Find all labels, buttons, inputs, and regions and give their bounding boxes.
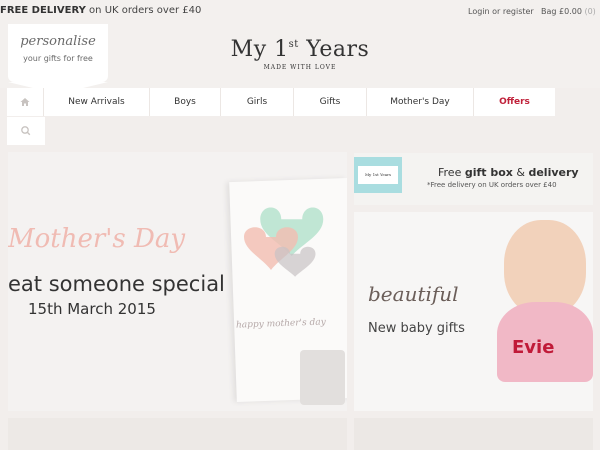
beautiful-script: beautiful bbox=[368, 282, 459, 306]
gift-box-label: My 1st Years bbox=[358, 166, 398, 184]
gift-box-title-pre: Free bbox=[438, 166, 465, 179]
nav-home[interactable] bbox=[7, 88, 44, 116]
hero-headline: eat someone special bbox=[8, 272, 225, 296]
mothers-day-banner[interactable]: Mother's Day eat someone special 15th Ma… bbox=[8, 152, 347, 411]
main-nav: New Arrivals Boys Girls Gifts Mother's D… bbox=[7, 88, 555, 116]
logo-name: My 1st Years bbox=[200, 37, 400, 62]
delivery-promo-bold: FREE DELIVERY bbox=[0, 5, 86, 16]
delivery-promo-rest: on UK orders over £40 bbox=[85, 5, 202, 16]
hearts-illustration bbox=[244, 207, 324, 277]
site-header: personalise your gifts for free My 1st Y… bbox=[0, 24, 600, 94]
nav-item-girls[interactable]: Girls bbox=[221, 88, 294, 116]
gift-box-title: Free gift box & delivery bbox=[438, 166, 579, 179]
personalise-badge[interactable]: personalise your gifts for free bbox=[8, 24, 108, 94]
personalise-sub: your gifts for free bbox=[23, 54, 93, 63]
search-icon bbox=[21, 126, 31, 136]
bag-count: (0) bbox=[584, 7, 596, 16]
nav-item-boys[interactable]: Boys bbox=[150, 88, 221, 116]
gift-box-title-mid: & bbox=[512, 166, 529, 179]
logo-name-sup: st bbox=[288, 39, 299, 50]
nav-item-new-arrivals[interactable]: New Arrivals bbox=[44, 88, 150, 116]
hero-date: 15th March 2015 bbox=[28, 300, 156, 318]
bag-total: Bag £0.00 bbox=[541, 7, 582, 16]
gift-box-image: My 1st Years bbox=[354, 157, 402, 193]
bag-link[interactable]: Bag £0.00 (0) bbox=[541, 7, 596, 16]
logo-name-start: My 1 bbox=[230, 37, 289, 62]
logo-name-end: Years bbox=[298, 37, 370, 62]
new-baby-gifts-banner[interactable]: Evie beautiful New baby gifts bbox=[354, 212, 593, 411]
promo-tile-bottom-right[interactable] bbox=[354, 418, 593, 450]
mothers-day-script: Mother's Day bbox=[8, 224, 186, 254]
gift-box-note: *Free delivery on UK orders over £40 bbox=[427, 181, 557, 189]
delivery-promo-text: FREE DELIVERY on UK orders over £40 bbox=[0, 5, 201, 16]
gift-tin-image bbox=[300, 350, 345, 405]
site-logo[interactable]: My 1st Years MADE WITH LOVE bbox=[200, 37, 400, 71]
top-bar: FREE DELIVERY on UK orders over £40 Logi… bbox=[0, 0, 600, 24]
gift-box-title-bold2: delivery bbox=[528, 166, 579, 179]
nav-item-offers[interactable]: Offers bbox=[474, 88, 555, 116]
logo-tagline: MADE WITH LOVE bbox=[263, 64, 337, 71]
gift-box-title-bold: gift box bbox=[464, 166, 513, 179]
home-icon bbox=[20, 98, 30, 106]
login-register-link[interactable]: Login or register bbox=[468, 7, 534, 16]
nav-item-mothers-day[interactable]: Mother's Day bbox=[367, 88, 474, 116]
nav-item-gifts[interactable]: Gifts bbox=[294, 88, 367, 116]
promo-tile-bottom-left[interactable] bbox=[8, 418, 347, 450]
free-gift-box-banner[interactable]: My 1st Years Free gift box & delivery *F… bbox=[354, 153, 593, 205]
new-baby-gifts-label: New baby gifts bbox=[368, 321, 465, 336]
bib-name: Evie bbox=[512, 337, 555, 358]
personalise-script: personalise bbox=[20, 34, 96, 49]
search-button[interactable] bbox=[7, 117, 45, 145]
